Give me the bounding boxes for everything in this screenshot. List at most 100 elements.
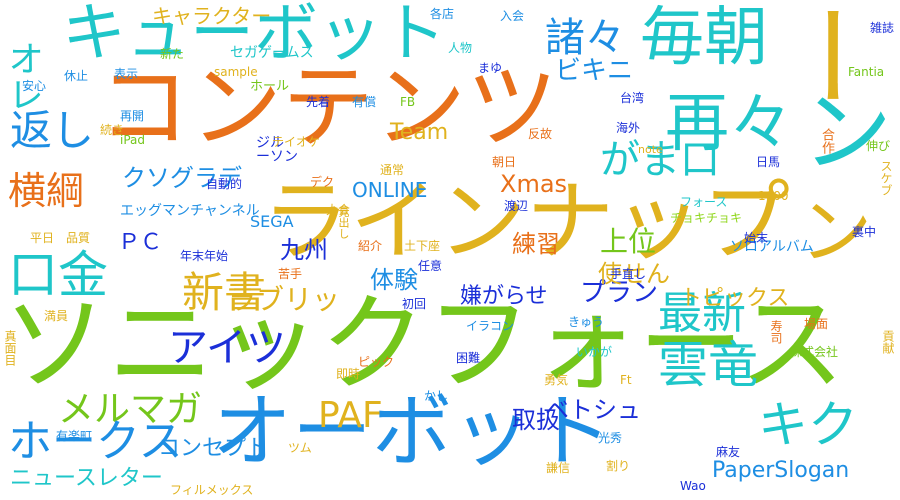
word: 有楽町 [56,429,93,443]
word: 土下座 [404,239,441,253]
word: ホークス [8,416,183,467]
word: フォース [680,195,728,209]
word: イラコン [466,319,515,333]
word: トピックス [680,286,790,311]
word: 平日 [30,231,55,245]
word: ニュースレター [10,466,163,491]
word: 貢献 [881,330,895,354]
word: 再開 [120,109,145,123]
word: 有償 [352,95,377,109]
word: 人物 [448,41,473,55]
word: かし [424,389,449,403]
word: ツム [288,441,312,455]
word: 割り [606,459,631,473]
word: テイオケ [272,135,321,149]
word: 返し [10,106,95,155]
word: PaperSlogan [712,458,850,483]
word: 反故 [528,127,553,141]
word: 取扱 [512,406,560,434]
word: 満員 [44,309,69,323]
word: 初回 [402,297,427,311]
word: 紹介 [358,239,383,253]
word: セガゲームス [230,45,314,61]
word: 海外 [616,121,641,135]
word: 新た [160,47,185,61]
word: キャラクター [152,4,272,28]
word: デク [310,175,335,189]
word: いかが [576,345,613,359]
word: 年末年始 [180,249,229,263]
word: 先着 [306,95,331,109]
word: フィルメックス [170,483,254,497]
word: 朝日 [492,155,517,169]
word: ONLINE [352,178,428,202]
word: 勇気 [544,373,569,387]
word: 練習 [512,230,560,258]
word: Fantia [848,65,885,79]
word: 真面目 [3,330,17,366]
word: sample [214,65,258,79]
word: 自動的 [206,177,243,191]
word-cloud: ソニックフォース コンテンツ ラインナップ オーボット キューボット 毎朝 再々… [0,0,900,500]
word: キク [758,396,858,454]
word: 見出し [337,206,350,239]
word: 毎朝 [640,1,768,75]
word: 光秀 [598,431,623,445]
word: 即時 [336,367,361,381]
word: 九州 [280,236,328,264]
word: 伸び [866,139,891,153]
word: 口金 [8,246,108,304]
word: 日馬 [756,155,781,169]
word: 諸々 [545,15,625,61]
word: 渡辺 [504,199,529,213]
word: note [638,143,663,156]
word: Wao [680,479,706,493]
word: エッグマンチャンネル [120,203,260,219]
word: PAF [318,395,383,436]
word: スケブ [879,160,893,196]
word: FB [400,95,416,109]
word: SEGA [250,212,294,231]
word: ＰＣ [118,230,163,255]
word: きゅう [568,315,605,329]
word: ビキニ [555,56,634,86]
word: まゆ [478,61,503,75]
word: 合作 [819,128,834,154]
word: 雲竜 [658,336,758,394]
word: ホール [250,79,290,94]
word: ピック [358,355,395,369]
word: 寿司 [769,320,783,344]
word: オレ [2,40,43,112]
word: 手直し [610,267,647,281]
word: 苦手 [278,267,303,281]
word: 通常 [380,163,405,177]
word: 体験 [370,266,418,294]
word: 裏中 [852,225,877,239]
word: 休止 [64,69,89,83]
word: 品質 [66,231,91,245]
word: 1600 [758,189,789,203]
word: Team [390,120,449,145]
word: 場面 [804,317,829,331]
word: Ft [620,373,632,387]
word: コンセプト [158,436,269,461]
word: 各店 [430,7,455,21]
word: 株式会社 [790,345,839,359]
word: 謙信 [546,461,571,475]
word: 困難 [456,351,481,365]
word: ラブリッ [228,283,341,316]
word: 始末 [744,231,769,245]
word: 表示 [114,67,139,81]
word: 台湾 [620,91,645,105]
word: 上位 [600,225,657,258]
word: 麻友 [716,445,741,459]
word: アイツ [168,325,286,371]
word: 安心 [22,79,47,93]
word: チョキチョキ [670,211,743,225]
word: 入会 [500,9,525,23]
word: 任意 [418,259,443,273]
word: Xmas [500,170,568,198]
word: iPad [120,133,146,147]
word: 雑誌 [870,21,895,35]
word: 嫌がらせ [460,284,548,309]
